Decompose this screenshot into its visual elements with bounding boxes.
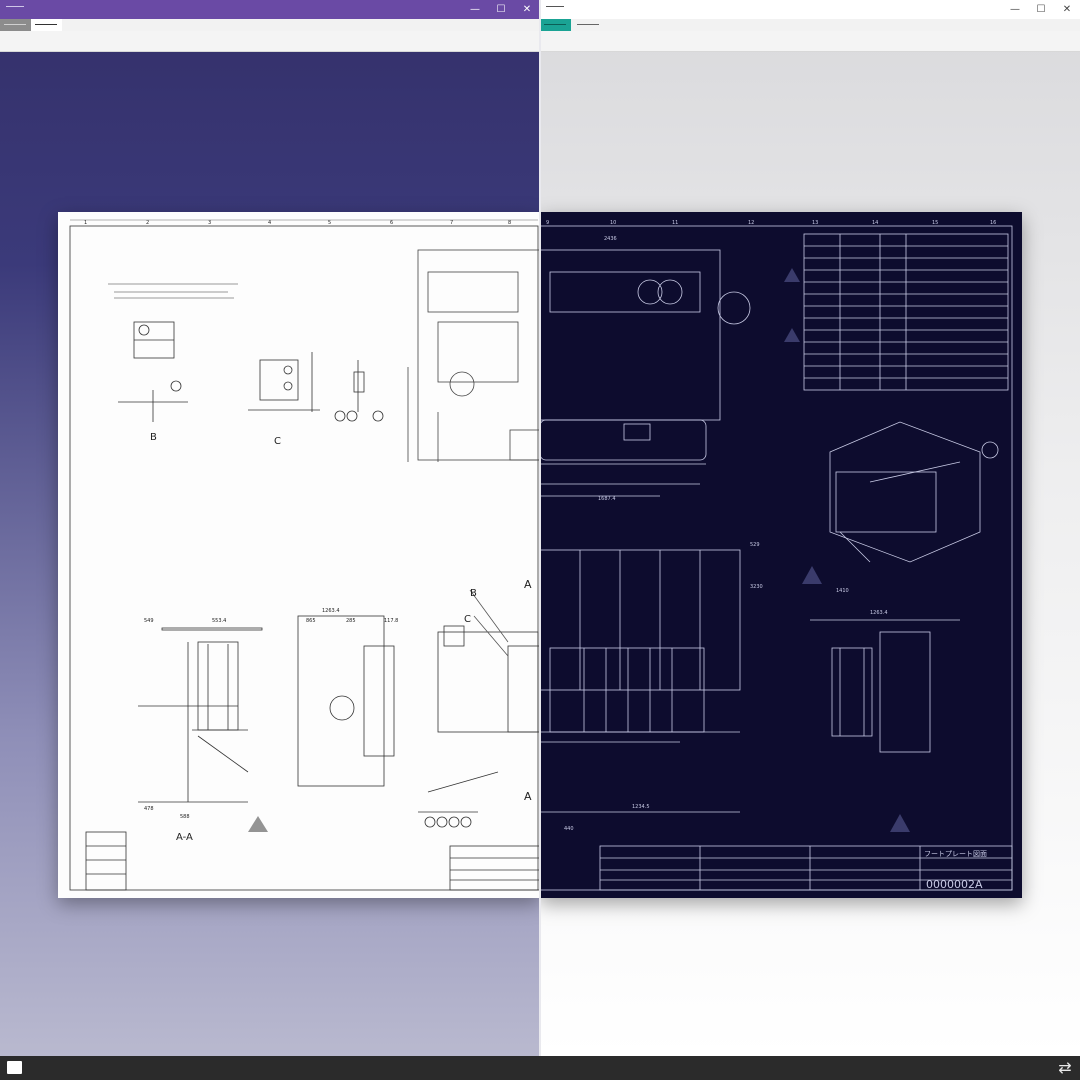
col-num-1: 1 <box>84 220 87 226</box>
col-num-15: 15 <box>932 220 938 226</box>
col-num-5: 5 <box>328 220 331 226</box>
swap-icon[interactable]: ⇄ <box>1054 1057 1076 1079</box>
dim-6: 117.8 <box>384 618 398 624</box>
engineering-drawing-light: 1 2 3 4 5 6 7 8 B C A-A A A B C 549 553.… <box>69 219 540 891</box>
right-minimize-button[interactable]: — <box>1002 0 1028 19</box>
left-maximize-button[interactable]: ☐ <box>488 0 514 19</box>
dim-2: 553.4 <box>212 618 226 624</box>
right-titlebar[interactable]: — ☐ ✕ <box>540 0 1080 19</box>
dim-14: 440 <box>564 826 574 832</box>
dim-7: 478 <box>144 806 154 812</box>
col-num-8: 8 <box>508 220 511 226</box>
col-num-11: 11 <box>672 220 678 226</box>
left-tab-2-label <box>35 24 57 25</box>
left-toolbar <box>0 31 540 52</box>
dim-15: 1263.4 <box>870 610 888 616</box>
right-maximize-button[interactable]: ☐ <box>1028 0 1054 19</box>
dim-1: 549 <box>144 618 154 624</box>
dim-9: 2436 <box>604 236 617 242</box>
dim-3: 1263.4 <box>322 608 340 614</box>
right-tab-1-label <box>544 24 566 25</box>
col-num-13: 13 <box>812 220 818 226</box>
dim-16: 529 <box>750 542 760 548</box>
left-close-button[interactable]: ✕ <box>514 0 540 19</box>
drawing-sheet-light: 1 2 3 4 5 6 7 8 B C A-A A A B C 549 553.… <box>58 212 540 898</box>
section-label-c: C <box>274 436 281 447</box>
dim-4: 865 <box>306 618 316 624</box>
col-num-4: 4 <box>268 220 271 226</box>
dim-12: 1410 <box>836 588 849 594</box>
section-label-b: B <box>150 432 157 443</box>
left-minimize-button[interactable]: — <box>462 0 488 19</box>
drawing-number: 0000002A <box>926 878 983 891</box>
engineering-drawing-dark: 9 10 11 12 13 14 15 16 2436 1687.4 3230 … <box>540 220 1013 891</box>
right-tab-2-label <box>577 24 599 25</box>
right-tab-2[interactable] <box>573 19 604 31</box>
section-label-a-top: A <box>524 578 532 591</box>
left-app-title <box>6 6 24 7</box>
dim-8: 588 <box>180 814 190 820</box>
split-divider[interactable] <box>539 0 541 1056</box>
section-label-aa: A-A <box>176 832 193 843</box>
right-tab-1[interactable] <box>540 19 571 31</box>
start-button[interactable] <box>7 1061 22 1074</box>
col-num-9: 9 <box>546 220 549 226</box>
left-tab-1-label <box>4 24 26 25</box>
left-titlebar[interactable]: — ☐ ✕ <box>0 0 540 19</box>
dim-13: 1234.5 <box>632 804 650 810</box>
left-tab-strip <box>0 19 540 31</box>
col-num-14: 14 <box>872 220 878 226</box>
col-num-6: 6 <box>390 220 393 226</box>
dim-11: 3230 <box>750 584 763 590</box>
col-num-10: 10 <box>610 220 616 226</box>
right-close-button[interactable]: ✕ <box>1054 0 1080 19</box>
col-num-12: 12 <box>748 220 754 226</box>
taskbar: ⇄ <box>0 1056 1080 1080</box>
left-tab-2[interactable] <box>31 19 62 31</box>
dim-10: 1687.4 <box>598 496 616 502</box>
right-window: — ☐ ✕ 9 10 11 12 13 14 15 16 2436 1687.4… <box>540 0 1080 1056</box>
left-tab-1[interactable] <box>0 19 31 31</box>
leader-label-b: B <box>470 588 477 599</box>
col-num-16: 16 <box>990 220 996 226</box>
col-num-3: 3 <box>208 220 211 226</box>
right-toolbar <box>540 31 1080 52</box>
section-label-a-bottom: A <box>524 790 532 803</box>
right-tab-strip <box>540 19 1080 31</box>
left-window: — ☐ ✕ 1 2 3 4 5 6 7 8 B C A-A A A B C 54… <box>0 0 540 1056</box>
right-app-title <box>546 6 564 7</box>
drawing-sheet-dark: 9 10 11 12 13 14 15 16 2436 1687.4 3230 … <box>540 212 1022 898</box>
col-num-7: 7 <box>450 220 453 226</box>
leader-label-c: C <box>464 614 471 625</box>
title-block-name: フートプレート図面 <box>924 850 987 858</box>
col-num-2: 2 <box>146 220 149 226</box>
dim-5: 285 <box>346 618 356 624</box>
